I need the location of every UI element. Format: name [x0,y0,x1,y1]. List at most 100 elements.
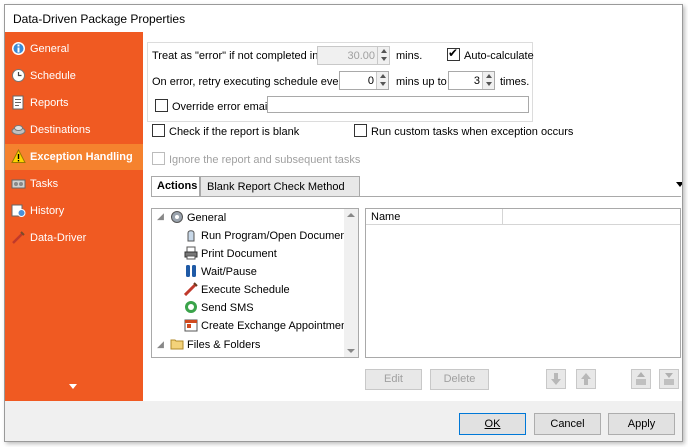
tree-node-label: Wait/Pause [201,266,257,278]
sidebar-scroll-down-icon[interactable] [69,384,77,389]
data-driver-icon [11,230,26,245]
tab-overflow-icon[interactable] [676,182,682,187]
tree-node-label: Run Program/Open Document [201,230,350,242]
sidebar-item-label: Destinations [30,124,91,136]
checkmark-icon: ✔ [448,46,459,60]
tab-divider [151,196,681,197]
check-blank-checkbox[interactable] [152,124,165,137]
stepper-down-icon [486,82,492,86]
sidebar-item-label: General [30,43,70,55]
collapse-icon[interactable]: ◢ [157,211,164,222]
exception-handling-panel: Treat as "error" if not completed in 30.… [143,32,682,401]
retry-times-value: 3 [473,75,480,87]
retry-times-stepper[interactable]: 3 [448,71,495,90]
tree-node-label: Create Exchange Appointment [201,320,351,332]
apply-button-label: Apply [627,418,656,430]
run-program-icon [184,228,198,242]
tree-node-label: Send SMS [201,302,254,314]
ok-button[interactable]: OK [459,413,526,435]
sidebar-item-label: Data-Driver [30,232,87,244]
tab-actions[interactable]: Actions [151,176,200,196]
sidebar-item-exception-handling[interactable]: Exception Handling [5,144,143,170]
list-header: Name [366,209,680,225]
tab-blank-report-check-method[interactable]: Blank Report Check Method [200,176,360,196]
stepper-buttons[interactable] [376,72,388,89]
export-icon [660,373,678,391]
treat-error-unit: mins. [396,50,423,62]
warning-icon [11,148,26,164]
tree-node-label: Print Document [201,248,277,260]
stepper-down-icon [381,57,387,61]
execute-schedule-icon [183,282,198,297]
report-icon [11,95,26,110]
check-blank-label: Check if the report is blank [169,126,300,138]
tree-node-label: Files & Folders [187,339,261,351]
retry-label: On error, retry executing schedule every [152,76,348,88]
treat-error-minutes-value: 30.00 [347,50,375,62]
sidebar-item-schedule[interactable]: Schedule [5,63,143,89]
printer-icon [184,246,198,260]
destinations-icon [11,122,26,137]
move-up-button[interactable] [576,369,596,389]
retry-minutes-stepper[interactable]: 0 [339,71,389,90]
sidebar-item-data-driver[interactable]: Data-Driver [5,225,143,251]
stepper-buttons[interactable] [482,72,494,89]
stepper-up-icon [380,74,386,78]
export-button[interactable] [659,369,679,389]
override-email-checkbox[interactable] [155,99,168,112]
sidebar-item-history[interactable]: History [5,198,143,224]
column-header-name[interactable]: Name [371,211,400,223]
cancel-button[interactable]: Cancel [534,413,601,435]
ignore-report-checkbox[interactable] [152,152,165,165]
ok-button-label: OK [484,418,501,430]
sidebar-item-reports[interactable]: Reports [5,90,143,116]
collapse-icon[interactable]: ◢ [157,339,164,350]
info-icon [11,41,26,56]
tree-scrollbar[interactable] [344,209,358,357]
move-down-button[interactable] [546,369,566,389]
delete-button[interactable]: Delete [430,369,489,390]
sidebar-item-destinations[interactable]: Destinations [5,117,143,143]
sidebar-item-tasks[interactable]: Tasks [5,171,143,197]
tasks-icon [11,176,26,191]
sidebar-item-general[interactable]: General [5,36,143,62]
ignore-report-label: Ignore the report and subsequent tasks [169,154,361,166]
arrow-down-icon [547,373,565,391]
sidebar-item-label: History [30,205,65,217]
stepper-buttons[interactable] [377,47,389,64]
window-title: Data-Driven Package Properties [13,12,186,26]
appointment-icon [184,318,198,332]
tree-node-label: General [187,212,227,224]
cancel-button-label: Cancel [550,418,585,430]
treat-error-minutes-stepper[interactable]: 30.00 [317,46,390,65]
retry-mid-label: mins up to [396,76,447,88]
custom-tasks-label: Run custom tasks when exception occurs [371,126,574,138]
tree-node-label: Execute Schedule [201,284,290,296]
edit-button-label: Edit [384,373,403,385]
override-email-input[interactable] [267,96,529,113]
actions-list[interactable]: Name [365,208,681,358]
edit-button[interactable]: Edit [365,369,422,390]
gear-icon [170,210,184,224]
actions-tree[interactable]: ◢ General Run Program/Open Document Prin… [151,208,359,358]
retry-minutes-value: 0 [367,75,374,87]
stepper-up-icon [486,74,492,78]
pause-icon [184,264,198,278]
column-separator [502,209,503,225]
history-icon [11,203,26,218]
auto-calculate-checkbox[interactable]: ✔ [447,46,460,61]
custom-tasks-checkbox[interactable] [354,124,367,137]
retry-times-label: times. [500,76,530,88]
title-bar: Data-Driven Package Properties [5,5,682,32]
import-icon [632,372,650,391]
treat-error-label: Treat as "error" if not completed in [152,50,319,62]
sidebar-item-label: Tasks [30,178,59,190]
tab-label: Blank Report Check Method [207,181,345,193]
sidebar: General Schedule Reports Destinations Ex… [5,32,143,401]
apply-button[interactable]: Apply [608,413,675,435]
scroll-up-icon[interactable] [347,213,355,217]
scroll-down-icon[interactable] [347,349,355,353]
dialog-footer: OK Cancel Apply [5,401,682,441]
auto-calculate-label: Auto-calculate [464,50,534,62]
import-button[interactable] [631,369,651,389]
